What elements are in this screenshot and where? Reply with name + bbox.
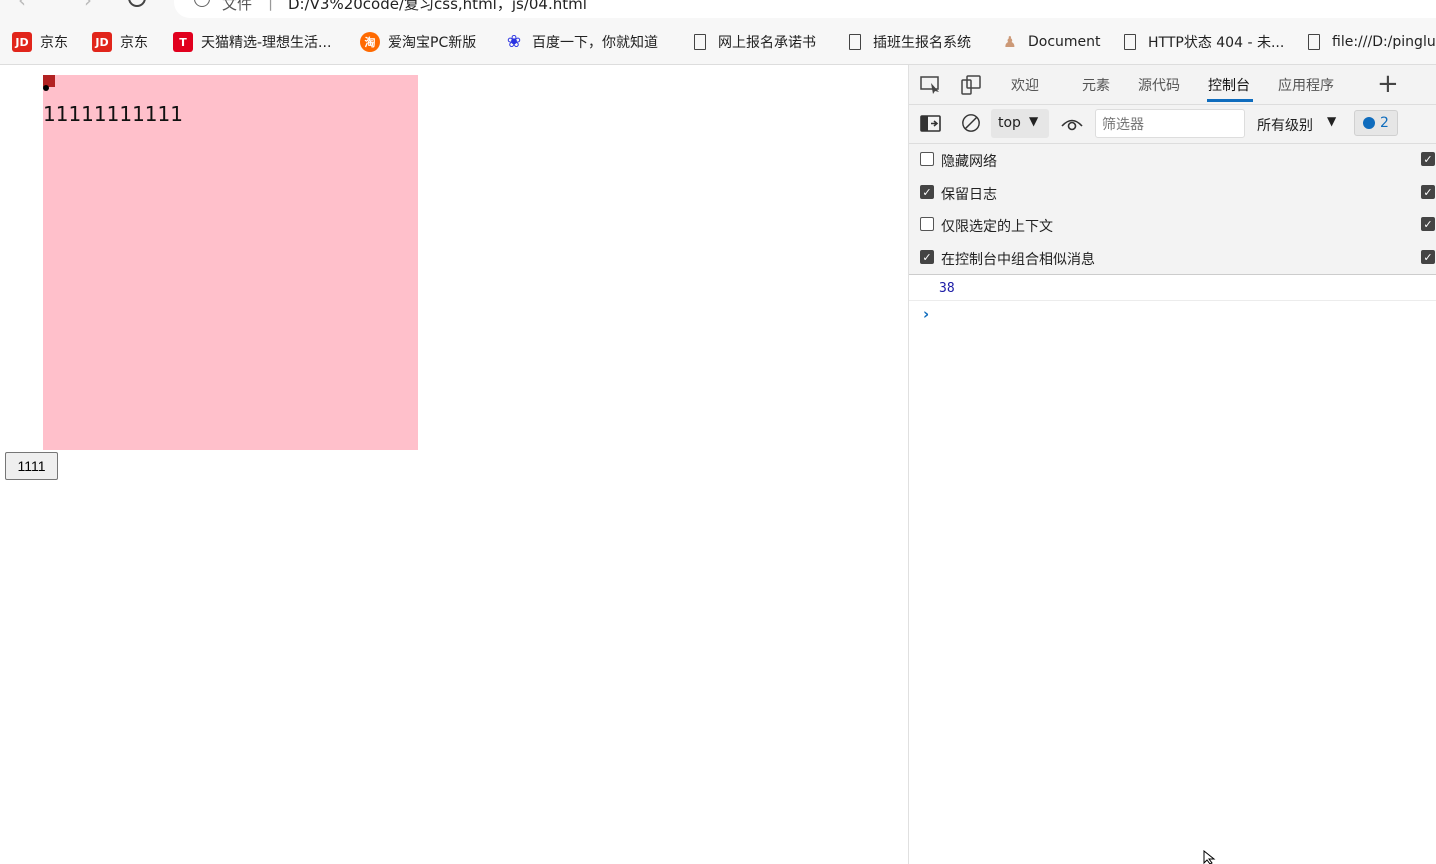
address-url[interactable]: D:/V3%20code/复习css,html，js/04.html xyxy=(288,0,587,14)
checkbox[interactable]: ✓ xyxy=(920,185,934,199)
bookmark-item[interactable]: file:///D:/pinglun xyxy=(1304,31,1436,53)
tab-application[interactable]: 应用程序 xyxy=(1278,75,1334,95)
doc-figure-icon: ♟ xyxy=(1003,33,1017,51)
sidebar-toggle-icon[interactable] xyxy=(920,114,942,134)
bookmark-item[interactable]: HTTP状态 404 - 未... xyxy=(1120,31,1284,53)
jd-icon: JD xyxy=(92,32,112,52)
caret-down-icon: ▼ xyxy=(1029,114,1039,128)
console-output-value: 38 xyxy=(939,281,955,296)
console-settings: 隐藏网络 ✓ ✓ 保留日志 ✓ 仅限选定的上下文 ✓ ✓ 在控制台中组合相似消息… xyxy=(909,144,1436,275)
bookmark-label: file:///D:/pinglun xyxy=(1332,34,1436,50)
issues-count: 2 xyxy=(1380,115,1389,131)
setting-hide-network: 隐藏网络 ✓ xyxy=(909,144,1436,176)
bookmark-label: HTTP状态 404 - 未... xyxy=(1148,35,1285,51)
console-divider xyxy=(909,300,1436,301)
address-file-label: 文件 xyxy=(222,0,253,13)
setting-label: 隐藏网络 xyxy=(941,154,997,170)
bookmark-item[interactable]: T 天猫精选-理想生活... xyxy=(173,31,331,53)
log-level-select[interactable]: 所有级别 xyxy=(1257,115,1313,135)
context-select[interactable]: top ▼ xyxy=(991,109,1049,138)
jd-icon: JD xyxy=(12,32,32,52)
filter-input[interactable] xyxy=(1095,109,1245,138)
checkbox[interactable]: ✓ xyxy=(1421,152,1435,166)
checkbox[interactable]: ✓ xyxy=(1421,217,1435,231)
bookmark-item[interactable]: 网上报名承诺书 xyxy=(690,31,816,53)
context-label: top xyxy=(998,115,1021,131)
tab-welcome[interactable]: 欢迎 xyxy=(1011,75,1039,95)
bookmark-label: 京东 xyxy=(120,35,148,51)
checkbox[interactable] xyxy=(920,217,934,231)
black-dot xyxy=(43,85,49,91)
setting-preserve-log: ✓ 保留日志 ✓ xyxy=(909,177,1436,209)
setting-selected-context-only: 仅限选定的上下文 ✓ xyxy=(909,209,1436,241)
console-toolbar: top ▼ 所有级别 ▼ 2 xyxy=(909,105,1436,144)
bookmark-label: 插班生报名系统 xyxy=(873,35,971,51)
reload-icon[interactable] xyxy=(128,0,146,7)
baidu-paw-icon: ❀ xyxy=(506,32,522,52)
message-icon xyxy=(1363,117,1376,129)
tab-sources[interactable]: 源代码 xyxy=(1138,75,1180,95)
box-text: 11111111111 xyxy=(43,102,183,126)
checkbox[interactable]: ✓ xyxy=(1421,185,1435,199)
page-button[interactable]: 1111 xyxy=(5,452,58,480)
bookmark-label: 网上报名承诺书 xyxy=(718,35,816,51)
bookmarks-bar: JD 京东 JD 京东 T 天猫精选-理想生活... 淘 爱淘宝PC新版 ❀ 百… xyxy=(0,18,1436,65)
clear-console-icon[interactable] xyxy=(960,113,982,133)
taobao-icon: 淘 xyxy=(360,32,380,52)
bookmark-item[interactable]: JD 京东 xyxy=(92,31,148,53)
pink-box: 11111111111 xyxy=(43,75,418,450)
back-arrow-icon[interactable]: ‹ xyxy=(18,0,26,12)
console-prompt-icon[interactable]: › xyxy=(923,305,929,323)
devtools-tab-bar: 欢迎 元素 源代码 控制台 应用程序 + xyxy=(909,65,1436,105)
device-emulation-icon[interactable] xyxy=(960,75,982,95)
forward-arrow-icon[interactable]: › xyxy=(84,0,92,12)
page-icon xyxy=(1304,32,1324,52)
inspect-element-icon[interactable] xyxy=(920,75,942,95)
address-separator: | xyxy=(268,0,274,11)
bookmark-item[interactable]: ♟ Document xyxy=(1000,31,1101,53)
tab-console[interactable]: 控制台 xyxy=(1208,75,1250,95)
bookmark-label: 爱淘宝PC新版 xyxy=(388,35,477,51)
bookmark-item[interactable]: JD 京东 xyxy=(12,31,68,53)
plus-icon[interactable]: + xyxy=(1377,69,1399,99)
setting-label: 保留日志 xyxy=(941,187,997,203)
bookmark-item[interactable]: 淘 爱淘宝PC新版 xyxy=(360,31,476,53)
issues-badge[interactable]: 2 xyxy=(1354,110,1398,136)
bookmark-label: 天猫精选-理想生活... xyxy=(201,35,332,51)
page-icon xyxy=(690,32,710,52)
checkbox[interactable] xyxy=(920,152,934,166)
bookmark-label: 百度一下，你就知道 xyxy=(532,35,658,51)
active-tab-indicator xyxy=(1207,99,1253,102)
eye-icon[interactable] xyxy=(1061,115,1083,135)
page-icon xyxy=(845,32,865,52)
page-icon xyxy=(1120,32,1140,52)
caret-down-icon: ▼ xyxy=(1327,114,1337,128)
checkbox[interactable]: ✓ xyxy=(920,250,934,264)
bookmark-item[interactable]: 插班生报名系统 xyxy=(845,31,971,53)
devtools-panel: 欢迎 元素 源代码 控制台 应用程序 + top ▼ 所有级别 ▼ 2 xyxy=(908,65,1436,864)
bookmark-item[interactable]: ❀ 百度一下，你就知道 xyxy=(504,31,658,53)
setting-label: 在控制台中组合相似消息 xyxy=(941,252,1095,268)
browser-toolbar: ‹ › 文件 | D:/V3%20code/复习css,html，js/04.h… xyxy=(0,0,1436,18)
bookmark-label: 京东 xyxy=(40,35,68,51)
tab-elements[interactable]: 元素 xyxy=(1082,75,1110,95)
setting-group-similar: ✓ 在控制台中组合相似消息 ✓ xyxy=(909,242,1436,274)
bookmark-label: Document xyxy=(1028,34,1101,50)
setting-label: 仅限选定的上下文 xyxy=(941,219,1053,235)
mouse-cursor-icon xyxy=(1203,850,1216,864)
checkbox[interactable]: ✓ xyxy=(1421,250,1435,264)
tmall-icon: T xyxy=(173,32,193,52)
